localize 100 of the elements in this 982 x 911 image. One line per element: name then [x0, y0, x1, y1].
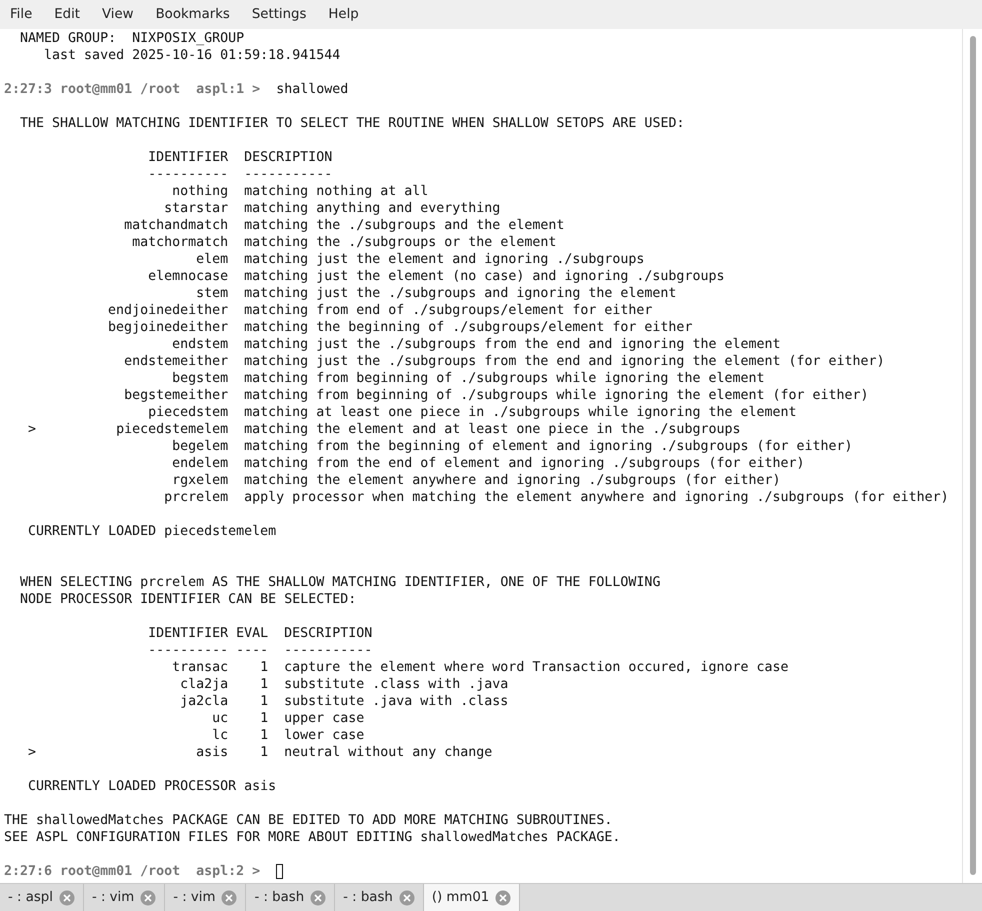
table-cell: substitute .java with .class	[284, 693, 508, 710]
column-header: DESCRIPTION	[244, 149, 332, 166]
table-cell: apply processor when matching the element anywhere and ignoring ./subgroups (for either)	[244, 489, 949, 506]
table-cell-text: endstem	[171, 336, 228, 353]
column-header: IDENTIFIER	[147, 149, 228, 166]
table-cell: matching the beginning of ./subgroups/element for either	[244, 319, 692, 336]
table-cell: substitute .class with .java	[284, 676, 508, 693]
table-cell-text: piecedstem	[147, 404, 228, 421]
table-cell-text: asis	[195, 744, 228, 761]
close-icon[interactable]	[221, 890, 238, 906]
table-cell-text: endelem	[171, 455, 228, 472]
table-cell-text: matchandmatch	[123, 217, 228, 234]
close-icon[interactable]	[140, 890, 156, 906]
shell-prompt: 2:27:3 root@mm01 /root aspl:1 >	[4, 81, 262, 98]
table-cell-text: ja2cla	[179, 693, 228, 710]
menu-item[interactable]: Help	[328, 7, 359, 22]
table-cell: matching the element and at least one piece in the ./subgroups	[244, 421, 740, 438]
output-line: last saved 2025-10-16 01:59:18.941544	[43, 47, 340, 64]
tab-label: - : vim	[173, 890, 216, 905]
menu-item[interactable]: Edit	[54, 7, 80, 22]
table-cell: capture the element where word Transaction occured, ignore case	[284, 659, 788, 676]
header-underline: ----------	[147, 166, 228, 183]
terminal-tab[interactable]: - : bash	[246, 884, 336, 911]
terminal-tab[interactable]: () mm01	[424, 884, 520, 911]
selection-marker: >	[28, 422, 36, 437]
table-cell: matching just the element and ignoring ./subgroups	[244, 251, 644, 268]
terminal-tab[interactable]: - : vim	[84, 884, 166, 911]
column-header: IDENTIFIER	[147, 625, 228, 642]
table-cell: matching the ./subgroups or the element	[244, 234, 556, 251]
menu-item[interactable]: File	[10, 7, 32, 22]
header-underline: ----------	[147, 642, 228, 659]
table-cell-text: begstemeither	[123, 387, 228, 404]
scrollbar-thumb[interactable]	[970, 36, 976, 875]
table-cell: matching from beginning of ./subgroups while ignoring the element	[244, 370, 764, 387]
table-cell: lower case	[284, 727, 364, 744]
header-underline: -----------	[284, 642, 372, 659]
selection-marker: >	[28, 745, 36, 760]
table-cell: matching nothing at all	[244, 183, 428, 200]
table-cell: matching the ./subgroups and the element	[244, 217, 564, 234]
table-cell-text: nothing	[171, 183, 228, 200]
terminal-tab[interactable]: - : vim	[165, 884, 246, 911]
header-underline: ----	[236, 642, 268, 659]
table-cell-text: elemnocase	[147, 268, 228, 285]
output-line: NAMED GROUP: NIXPOSIX_GROUP	[19, 30, 244, 47]
table-cell-text: 1	[259, 693, 268, 710]
table-cell: matching from end of ./subgroups/element for either	[244, 302, 652, 319]
output-line: NODE PROCESSOR IDENTIFIER CAN BE SELECTED:	[19, 591, 356, 608]
table-cell-text: 1	[259, 659, 268, 676]
menu-item[interactable]: View	[102, 7, 134, 22]
terminal-tab[interactable]: - : bash	[335, 884, 424, 911]
table-cell: upper case	[284, 710, 364, 727]
table-cell: matching just the ./subgroups from the end and ignoring the element (for either)	[244, 353, 885, 370]
terminal-tab[interactable]: - : aspl	[0, 884, 84, 911]
tab-label: - : aspl	[8, 890, 53, 905]
table-cell: matching from beginning of ./subgroups while ignoring the element (for either)	[244, 387, 869, 404]
table-cell: matching just the ./subgroups from the end and ignoring the element	[244, 336, 781, 353]
header-underline: -----------	[244, 166, 332, 183]
table-cell-text: 1	[259, 744, 268, 761]
tab-label: - : vim	[92, 890, 134, 905]
output-line: THE shallowedMatches PACKAGE CAN BE EDITED TO ADD MORE MATCHING SUBROUTINES.	[4, 812, 612, 829]
table-cell-text: cla2ja	[179, 676, 228, 693]
close-icon[interactable]	[495, 890, 512, 906]
table-cell-text: stem	[195, 285, 228, 302]
table-cell: matching from the beginning of element and ignoring ./subgroups (for either)	[244, 438, 853, 455]
menu-item[interactable]: Bookmarks	[156, 7, 230, 22]
tab-label: - : bash	[343, 890, 393, 905]
table-cell-text: begelem	[171, 438, 228, 455]
table-cell-text: elem	[195, 251, 228, 268]
table-cell: matching from the end of element and ignoring ./subgroups (for either)	[244, 455, 805, 472]
table-cell-text: begstem	[171, 370, 228, 387]
column-header: DESCRIPTION	[284, 625, 372, 642]
column-header: EVAL	[236, 625, 268, 642]
close-icon[interactable]	[398, 890, 415, 906]
table-cell-text: begjoinedeither	[107, 319, 228, 336]
table-cell-text: prcrelem	[163, 489, 228, 506]
table-cell: matching the element anywhere and ignoring ./subgroups (for either)	[244, 472, 781, 489]
close-icon[interactable]	[58, 890, 75, 906]
output-line: SEE ASPL CONFIGURATION FILES FOR MORE ABOUT EDITING shallowedMatches PACKAGE.	[4, 829, 620, 846]
table-cell-text: starstar	[163, 200, 228, 217]
table-cell-text: transac	[171, 659, 228, 676]
tab-label: - : bash	[254, 890, 304, 905]
table-cell-text: 1	[259, 727, 268, 744]
output-line: WHEN SELECTING prcrelem AS THE SHALLOW MATCHING IDENTIFIER, ONE OF THE FOLLOWING	[19, 574, 660, 591]
table-cell-text: matchormatch	[131, 234, 228, 251]
output-line: CURRENTLY LOADED PROCESSOR asis	[27, 778, 276, 795]
table-cell: matching just the ./subgroups and ignoring the element	[244, 285, 676, 302]
output-line: THE SHALLOW MATCHING IDENTIFIER TO SELECT THE ROUTINE WHEN SHALLOW SETOPS ARE USED:	[19, 115, 684, 132]
menu-item[interactable]: Settings	[252, 7, 306, 22]
table-cell-text: 1	[259, 676, 268, 693]
close-icon[interactable]	[310, 890, 326, 906]
table-cell: matching at least one piece in ./subgroups while ignoring the element	[244, 404, 797, 421]
table-cell-text: endjoinedeither	[107, 302, 228, 319]
table-cell: neutral without any change	[284, 744, 492, 761]
table-cell: matching anything and everything	[244, 200, 500, 217]
output-line: CURRENTLY LOADED piecedstemelem	[27, 523, 276, 540]
table-cell: matching just the element (no case) and ignoring ./subgroups	[244, 268, 724, 285]
shell-prompt: 2:27:6 root@mm01 /root aspl:2 >	[4, 863, 262, 880]
table-cell-text: piecedstemelem	[115, 421, 228, 438]
table-cell-text: rgxelem	[171, 472, 228, 489]
table-cell-text: lc	[211, 727, 228, 744]
